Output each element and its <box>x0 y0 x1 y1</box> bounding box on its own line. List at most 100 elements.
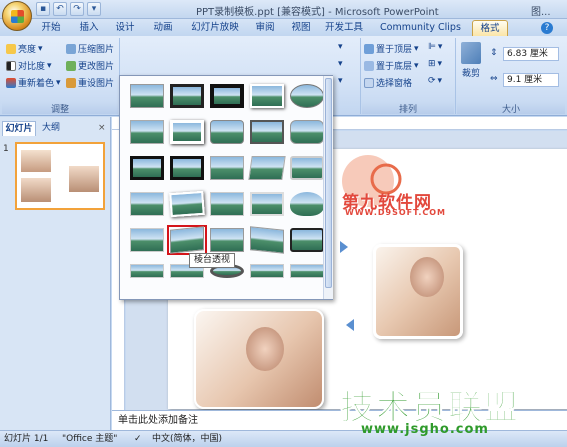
picture-style-option[interactable] <box>250 120 284 144</box>
watermark-top-url: WWW.D9SOFT.COM <box>345 208 447 217</box>
slide-photo-bottom[interactable] <box>194 309 324 409</box>
style-tooltip: 棱台透视 <box>189 253 236 268</box>
picture-style-option[interactable] <box>290 120 324 144</box>
selection-pane-label: 选择窗格 <box>376 79 413 89</box>
tab-review[interactable]: 审阅 <box>252 20 278 36</box>
gallery-scrollbar[interactable] <box>323 76 333 299</box>
redo-icon[interactable]: ↷ <box>70 2 84 16</box>
tab-format[interactable]: 格式 <box>472 20 508 36</box>
rotate-button[interactable]: ⟳ ▾ <box>428 76 442 86</box>
undo-icon[interactable]: ↶ <box>53 2 67 16</box>
compress-pictures-button[interactable]: 压缩图片 <box>66 42 114 55</box>
status-theme: "Office 主题" <box>62 434 118 444</box>
picture-style-option[interactable] <box>290 156 324 180</box>
style-thumbnail <box>290 84 324 108</box>
style-thumbnail <box>290 192 324 216</box>
picture-style-option[interactable] <box>130 120 164 144</box>
send-to-back-button[interactable]: 置于底层 ▾ <box>364 59 419 72</box>
tab-slides[interactable]: 幻灯片 <box>2 121 36 136</box>
qat-customize-icon[interactable]: ▾ <box>87 2 101 16</box>
crop-icon <box>461 42 481 64</box>
dropdown-arrow-icon: ▾ <box>414 60 419 71</box>
dropdown-arrow-icon: ▾ <box>414 43 419 54</box>
picture-style-option[interactable] <box>290 264 324 278</box>
contrast-button[interactable]: 对比度 ▾ <box>6 59 52 72</box>
picture-style-option[interactable] <box>167 225 207 255</box>
selection-pane-button[interactable]: 选择窗格 <box>364 76 412 89</box>
compress-icon <box>66 43 76 54</box>
change-picture-button[interactable]: 更改图片 <box>66 59 114 72</box>
tab-insert[interactable]: 插入 <box>74 20 104 36</box>
picture-effects-partial[interactable]: ▾ <box>338 76 343 86</box>
picture-style-option[interactable] <box>170 156 204 180</box>
picture-style-option[interactable] <box>210 156 244 180</box>
spellcheck-icon[interactable]: ✓ <box>134 431 142 447</box>
picture-style-option[interactable] <box>250 226 284 254</box>
picture-style-option[interactable] <box>130 84 164 108</box>
picture-style-option[interactable] <box>210 228 244 252</box>
size-group-label: 大小 <box>457 102 565 115</box>
close-pane-icon[interactable]: × <box>98 123 106 133</box>
tab-outline[interactable]: 大纲 <box>38 121 64 136</box>
help-icon[interactable]: ? <box>541 22 553 34</box>
picture-style-option[interactable] <box>250 264 284 278</box>
tab-view[interactable]: 视图 <box>288 20 314 36</box>
reset-picture-button[interactable]: 重设图片 <box>66 76 114 89</box>
arrow-left-icon <box>346 319 354 331</box>
slide-photo-right[interactable] <box>373 244 463 339</box>
picture-style-option[interactable] <box>290 84 324 108</box>
tab-developer[interactable]: 开发工具 <box>323 20 365 36</box>
style-thumbnail <box>130 228 164 252</box>
style-thumbnail <box>290 264 324 278</box>
width-field[interactable]: 9.1 厘米 <box>503 73 559 87</box>
style-thumbnail <box>210 228 244 252</box>
picture-style-option[interactable] <box>130 192 164 216</box>
picture-style-option[interactable] <box>130 264 164 278</box>
picture-style-option[interactable] <box>248 156 286 180</box>
slide-number: 1 <box>3 144 9 154</box>
tab-home[interactable]: 开始 <box>36 20 66 36</box>
arrange-group-label: 排列 <box>362 102 454 115</box>
brightness-button[interactable]: 亮度 ▾ <box>6 42 43 55</box>
bring-to-front-button[interactable]: 置于顶层 ▾ <box>364 42 419 55</box>
picture-style-option[interactable] <box>210 84 244 108</box>
picture-style-option[interactable] <box>250 192 284 216</box>
scrollbar-thumb[interactable] <box>325 78 332 288</box>
contrast-icon <box>6 60 16 71</box>
picture-style-option[interactable] <box>210 192 244 216</box>
recolor-button[interactable]: 重新着色 ▾ <box>6 76 61 89</box>
width-icon: ⇔ <box>490 74 498 84</box>
picture-style-option[interactable] <box>130 228 164 252</box>
slides-pane: 幻灯片 大纲 × 1 <box>0 117 111 430</box>
height-field[interactable]: 6.83 厘米 <box>503 47 559 61</box>
status-slide-info: 幻灯片 1/1 <box>4 434 49 444</box>
picture-style-option[interactable] <box>169 190 205 218</box>
picture-shape-partial[interactable]: ▾ <box>338 42 343 52</box>
compress-label: 压缩图片 <box>78 45 115 55</box>
group-objects-button[interactable]: ⊞ ▾ <box>428 59 442 69</box>
picture-style-option[interactable] <box>130 156 164 180</box>
save-icon[interactable]: ▪ <box>36 2 50 16</box>
picture-style-option[interactable] <box>210 120 244 144</box>
picture-style-option[interactable] <box>250 84 284 108</box>
tab-design[interactable]: 设计 <box>110 20 140 36</box>
style-thumbnail <box>250 226 284 254</box>
style-thumbnail <box>170 84 204 108</box>
slide-thumbnail[interactable] <box>15 142 105 210</box>
tab-slideshow[interactable]: 幻灯片放映 <box>186 20 244 36</box>
picture-style-option[interactable] <box>290 192 324 216</box>
photo-face <box>246 327 284 371</box>
picture-border-partial[interactable]: ▾ <box>338 59 343 69</box>
picture-style-option[interactable] <box>290 228 324 252</box>
dropdown-arrow-icon: ▾ <box>437 76 443 86</box>
change-picture-icon <box>66 60 76 71</box>
align-button[interactable]: ⊫ ▾ <box>428 42 442 52</box>
office-button[interactable] <box>2 1 32 31</box>
crop-button[interactable]: 裁剪 <box>459 42 483 79</box>
dropdown-arrow-icon: ▾ <box>338 42 343 52</box>
picture-style-option[interactable] <box>170 84 204 108</box>
tab-animation[interactable]: 动画 <box>148 20 178 36</box>
tab-community-clips[interactable]: Community Clips <box>380 20 461 36</box>
picture-style-option[interactable] <box>170 120 204 144</box>
style-thumbnail <box>250 264 284 278</box>
